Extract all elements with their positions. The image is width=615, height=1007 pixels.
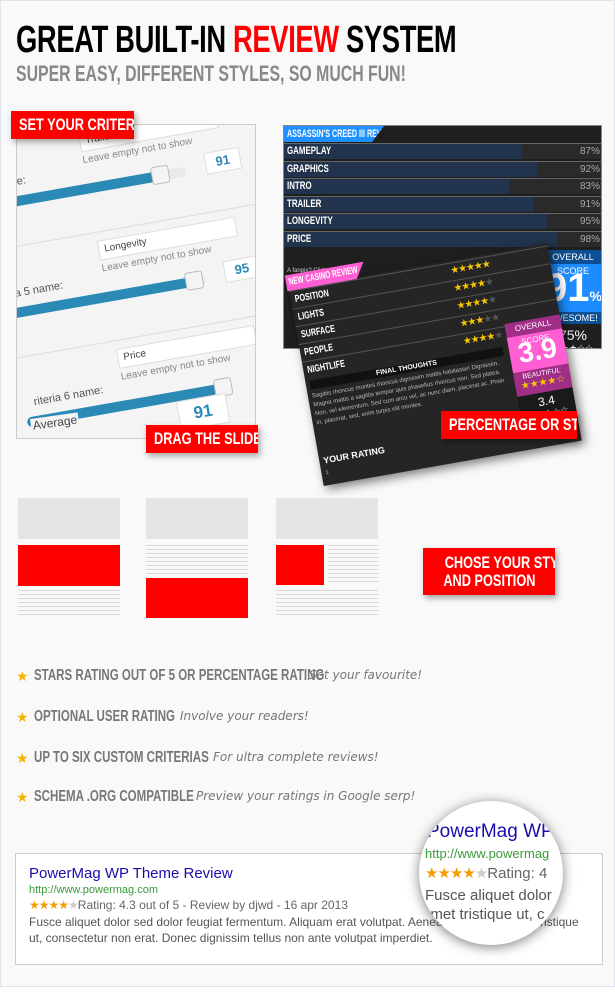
layout-thumb-left[interactable] [276,498,378,618]
lens-title: PowerMag WP [427,821,554,842]
tag-drag-sliders: DRAG THE SLIDERS [146,425,258,453]
page-subtitle: SUPER EASY, DIFFERENT STYLES, SO MUCH FU… [16,61,406,86]
lens-desc: Fusce aliquet dolor [425,887,552,904]
criteria-name: PRICE [287,232,312,245]
criteria-name: TRAILER [287,197,322,210]
criteria-row: INTRO 83% [284,178,601,194]
serp-url: http://www.powermag.com [29,884,158,896]
criteria-row: GRAPHICS 92% [284,160,601,177]
your-rating-label: YOUR RATING [322,444,386,466]
criteria-percent: 83% [579,181,600,192]
review-title: ASSASSIN'S CREED III REVIEW [284,126,384,142]
feature-item: ★ UP TO SIX CUSTOM CRITERIAS For ultra com… [16,748,596,768]
criteria-name: INTRO [287,180,312,192]
criteria-percent: 92% [579,163,600,175]
page: GREAT BUILT-IN REVIEW SYSTEM SUPER EASY,… [0,0,615,987]
criteria-name: GAMEPLAY [287,145,332,157]
slider-handle[interactable] [149,164,171,186]
star-icon: ★ [16,789,29,805]
tag-percentage-or-stars: PERCENTAGE OR STARS [441,411,577,439]
tag-set-criterias: SET YOUR CRITERIAS [11,111,134,139]
criteria-bar [284,231,557,247]
overall-label: OVERALL SCORE [545,250,601,276]
criteria-percent: 87% [579,146,600,157]
slider-handle[interactable] [183,270,205,292]
page-title: GREAT BUILT-IN REVIEW SYSTEM [16,19,457,61]
stars-review-box: NEW CASINO REVIEW POSITION ★★★★★ LIGHTS ★★★… [289,243,582,486]
feature-item: ★ OPTIONAL USER RATING Involve your reader… [16,707,596,727]
layout-thumb-bottom[interactable] [146,498,248,618]
magnifier-lens: PowerMag WP http://www.powermag ★★★★★Rat… [419,801,563,945]
feature-note: Preview your ratings in Google serp! [196,789,416,803]
lens-desc: amet tristique ut, c [422,906,545,923]
your-rating-value[interactable]: 1 [325,470,329,476]
criteria-percent: 91% [579,198,600,210]
criteria-row: LONGEVITY 95% [284,213,601,229]
star-icon: ★ [16,668,29,684]
rating-stars-icon: ★★★★★ [29,898,79,912]
criteria-row: PRICE 98% [284,230,601,247]
criteria-slider[interactable] [17,270,207,320]
criteria-name: GRAPHICS [287,162,329,175]
feature-note: Set your favourite! [309,668,423,682]
criteria-admin-screenshot: name: Trailer Leave empty not to show 91… [16,124,256,439]
criteria-row: TRAILER 91% [284,195,601,212]
criteria-percent: 98% [579,233,600,245]
rating-stars-icon: ★★★★★ [425,865,488,882]
feature-item: ★ STARS RATING OUT OF 5 OR PERCENTAGE RAT… [16,666,596,686]
criteria-percent: 95% [579,216,600,227]
criteria-name: LONGEVITY [287,215,333,227]
tag-style-position: CHOSE YOUR STYLEAND POSITION [423,548,555,595]
layout-thumb-top[interactable] [18,498,120,618]
criteria-row: GAMEPLAY 87% [284,143,601,159]
feature-note: Involve your readers! [180,709,309,723]
lens-rating: ★★★★★Rating: 4 [425,865,548,882]
criteria-label: name: [16,174,27,192]
lens-url: http://www.powermag [425,846,550,861]
serp-rating: ★★★★★Rating: 4.3 out of 5 - Review by dj… [29,898,348,912]
feature-note: For ultra complete reviews! [213,750,379,764]
criteria-slider[interactable] [17,164,187,211]
star-icon: ★ [16,750,29,766]
star-icon: ★ [16,709,29,725]
serp-title-link[interactable]: PowerMag WP Theme Review [29,865,233,882]
criteria-score[interactable]: 95 [222,255,255,284]
criteria-label: riteria 6 name: [32,384,105,409]
stars-icon: ★★★★★ [462,329,504,348]
criteria-label: a 5 name: [16,279,65,300]
criteria-score[interactable]: 91 [203,146,243,175]
